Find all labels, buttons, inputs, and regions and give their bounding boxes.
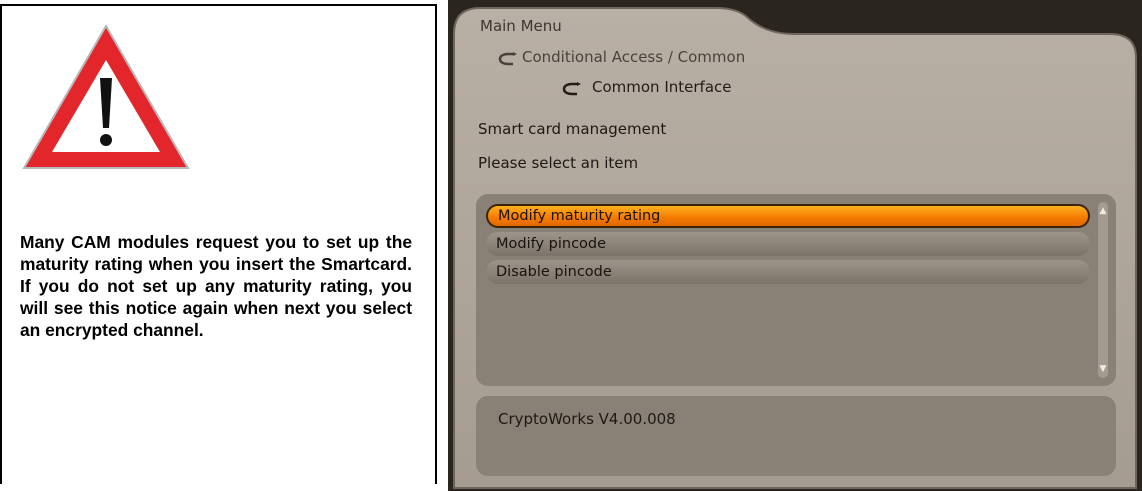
breadcrumb-conditional-access: Conditional Access / Common <box>522 48 746 66</box>
page-title: Smart card management <box>478 120 667 138</box>
menu-item-label: Modify maturity rating <box>498 208 661 224</box>
scrollbar[interactable]: ▲ ▼ <box>1098 202 1108 378</box>
breadcrumb-common-interface: Common Interface <box>592 78 732 96</box>
warning-triangle-icon <box>22 24 190 169</box>
breadcrumb-main-menu: Main Menu <box>480 17 562 35</box>
scroll-down-icon[interactable]: ▼ <box>1098 364 1108 374</box>
return-arrow-icon <box>498 52 517 66</box>
tv-menu-screen: Main Menu Conditional Access / Common Co… <box>448 0 1142 491</box>
menu-item-label: Modify pincode <box>496 236 607 252</box>
notice-box: Many CAM modules request you to set up t… <box>0 4 437 484</box>
menu-item-disable-pincode[interactable]: Disable pincode <box>486 260 1090 284</box>
prompt-text: Please select an item <box>478 154 639 172</box>
menu-item-modify-maturity-rating[interactable]: Modify maturity rating <box>486 204 1090 228</box>
return-arrow-icon <box>562 82 581 96</box>
scroll-up-icon[interactable]: ▲ <box>1098 206 1108 216</box>
menu-list: Modify maturity rating Modify pincode Di… <box>476 194 1116 386</box>
menu-item-label: Disable pincode <box>496 264 612 280</box>
cam-version-text: CryptoWorks V4.00.008 <box>498 410 676 428</box>
info-panel: CryptoWorks V4.00.008 <box>476 396 1116 476</box>
menu-item-modify-pincode[interactable]: Modify pincode <box>486 232 1090 256</box>
notice-text: Many CAM modules request you to set up t… <box>20 232 412 340</box>
